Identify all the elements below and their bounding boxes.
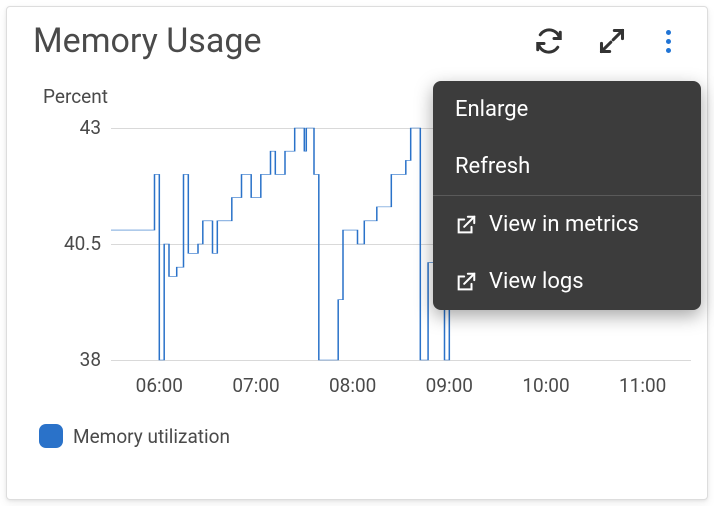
menu-item-refresh[interactable]: Refresh: [433, 138, 701, 195]
x-tick-label: 11:00: [619, 374, 666, 397]
y-tick-label: 40.5: [33, 232, 101, 255]
widget-title: Memory Usage: [33, 21, 261, 61]
y-tick-label: 43: [33, 116, 101, 139]
widget-card: Memory Usage: [6, 6, 708, 500]
x-axis-ticks: 06:00 07:00 08:00 09:00 10:00 11:00: [33, 374, 701, 406]
menu-item-label: Enlarge: [455, 97, 528, 122]
menu-item-label: View logs: [489, 269, 584, 294]
widget-header: Memory Usage: [7, 7, 707, 65]
x-tick-label: 08:00: [329, 374, 376, 397]
enlarge-icon[interactable]: [598, 27, 626, 55]
legend-swatch: [39, 424, 63, 448]
menu-item-enlarge[interactable]: Enlarge: [433, 81, 701, 138]
options-menu: Enlarge Refresh View in metrics View lo: [433, 81, 701, 310]
menu-item-label: View in metrics: [489, 212, 639, 237]
external-link-icon: [455, 214, 477, 236]
chart-legend: Memory utilization: [7, 406, 707, 448]
widget-toolbar: [534, 26, 681, 57]
x-tick-label: 06:00: [136, 374, 183, 397]
external-link-icon: [455, 271, 477, 293]
x-tick-label: 10:00: [522, 374, 569, 397]
more-options-icon[interactable]: [660, 26, 677, 57]
menu-item-view-logs[interactable]: View logs: [433, 253, 701, 310]
y-axis-ticks: 4340.538: [33, 128, 111, 360]
refresh-icon[interactable]: [534, 26, 564, 56]
menu-item-label: Refresh: [455, 154, 530, 179]
menu-item-view-metrics[interactable]: View in metrics: [433, 196, 701, 253]
x-tick-label: 07:00: [232, 374, 279, 397]
legend-label: Memory utilization: [73, 425, 230, 448]
x-tick-label: 09:00: [426, 374, 473, 397]
y-tick-label: 38: [33, 348, 101, 371]
